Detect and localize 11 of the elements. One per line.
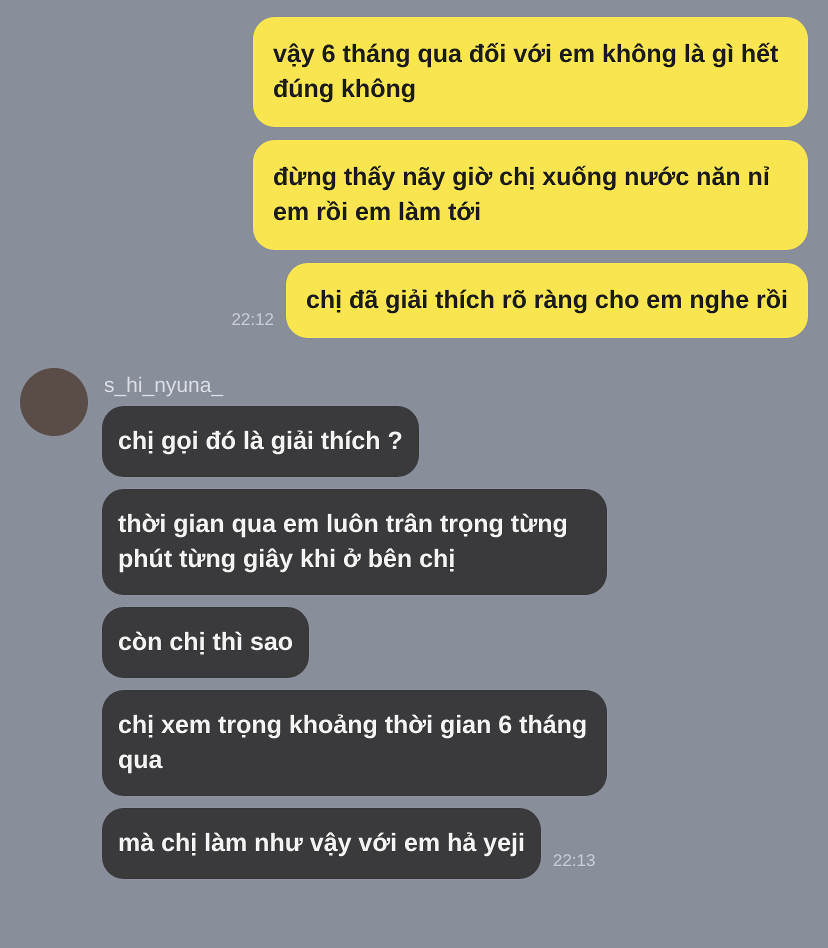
sent-message-bubble: vậy 6 tháng qua đối với em không là gì hết đúng không [253,17,808,127]
message-time: 22:12 [231,310,274,330]
message-time: 22:13 [552,851,596,871]
sent-message-bubble: đừng thấy nãy giờ chị xuống nước năn nỉ em rồi em làm tới [253,140,808,250]
received-message-bubble: mà chị làm như vậy với em hả yeji [102,808,541,879]
received-message-bubble: thời gian qua em luôn trân trọng từng phút từng giây khi ở bên chị [102,489,607,595]
received-message-bubble: chị gọi đó là giải thích ? [102,406,419,477]
received-message-bubble: chị xem trọng khoảng thời gian 6 tháng qua [102,690,607,796]
sender-name: s_hi_nyuna_ [104,374,224,398]
received-message-bubble: còn chị thì sao [102,607,310,678]
sent-message-bubble: chị đã giải thích rõ ràng cho em nghe rồi [286,263,808,338]
